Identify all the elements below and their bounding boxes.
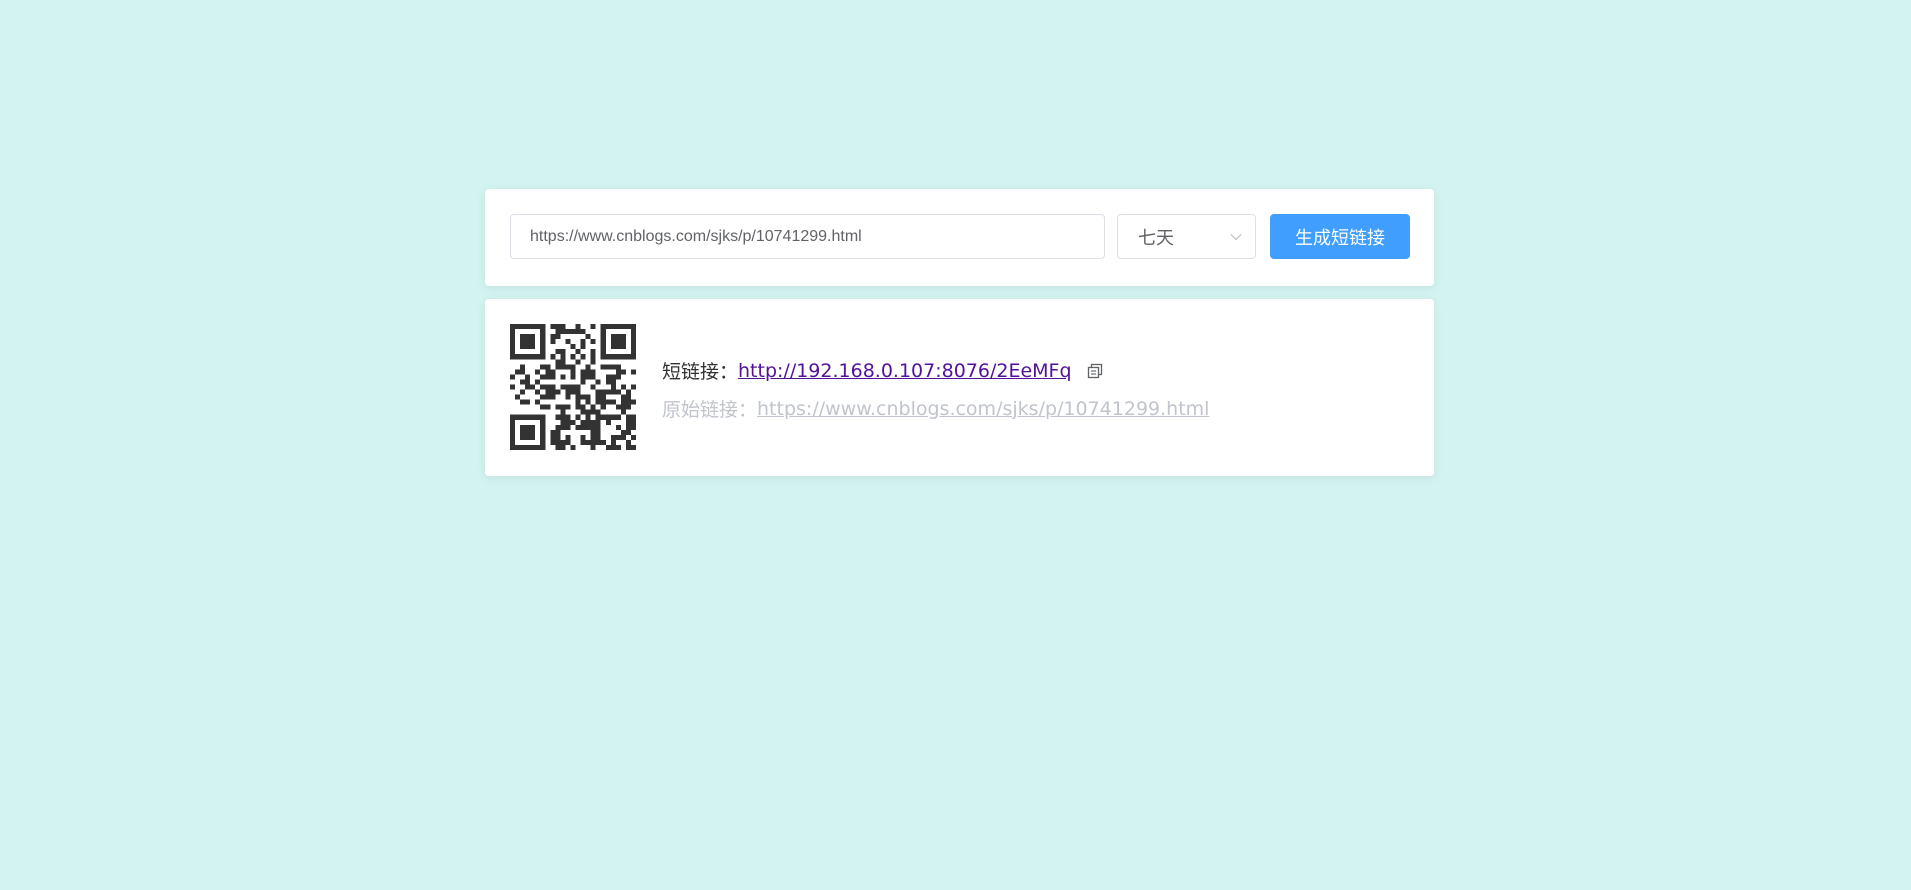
generate-button-label: 生成短链接	[1295, 227, 1385, 249]
qr-code-icon	[510, 324, 636, 450]
url-input[interactable]	[510, 214, 1105, 259]
short-link-url[interactable]: http://192.168.0.107:8076/2EeMFq	[738, 360, 1072, 382]
url-form-card: 七天 生成短链接	[485, 189, 1434, 286]
original-link-label: 原始链接：	[662, 399, 758, 421]
original-link-row: 原始链接： https://www.cnblogs.com/sjks/p/107…	[662, 395, 1209, 422]
original-link-url[interactable]: https://www.cnblogs.com/sjks/p/10741299.…	[757, 398, 1209, 420]
result-card: 短链接： http://192.168.0.107:8076/2EeMFq 原始…	[485, 299, 1434, 476]
copy-icon[interactable]	[1086, 362, 1104, 380]
expiry-select-value: 七天	[1138, 227, 1174, 249]
short-link-row: 短链接： http://192.168.0.107:8076/2EeMFq	[662, 357, 1104, 384]
chevron-down-icon	[1230, 234, 1242, 241]
expiry-select[interactable]: 七天	[1117, 214, 1256, 259]
short-link-label: 短链接：	[662, 361, 739, 383]
generate-button[interactable]: 生成短链接	[1270, 214, 1410, 259]
